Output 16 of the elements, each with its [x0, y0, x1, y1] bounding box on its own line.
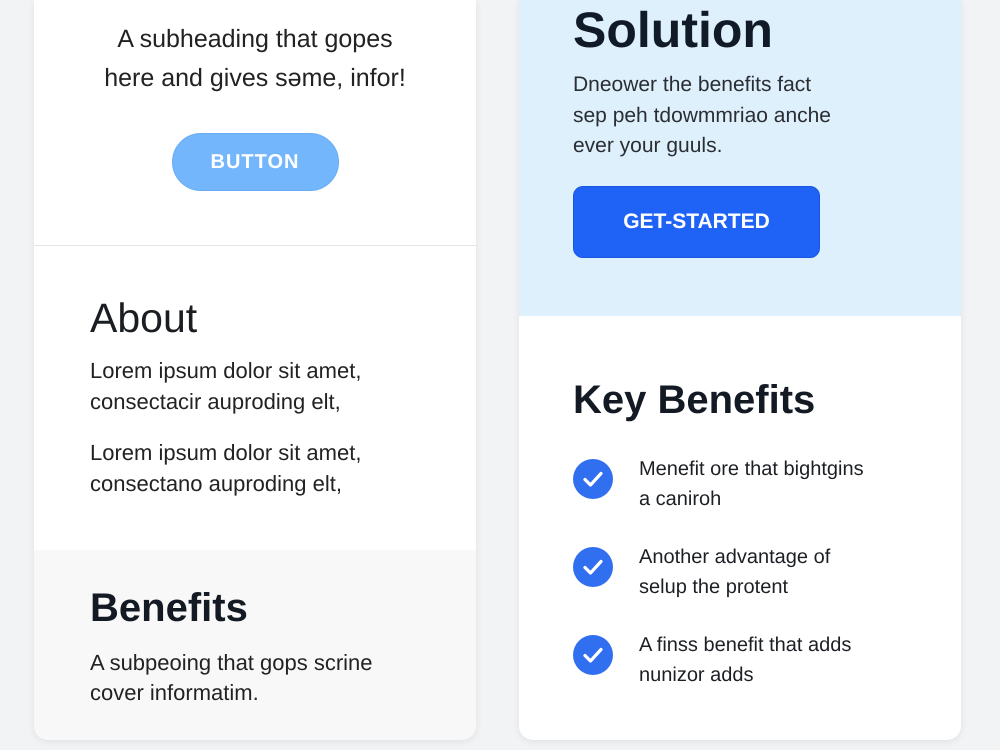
section-heading: About	[90, 295, 198, 341]
body-paragraph: Lorem ipsum dolor sit amet, consectacir auproding elt,	[90, 357, 362, 416]
hero-paragraph: Dneower the benefits fact sep peh tdowmmriao anche ever your guuls.	[573, 72, 832, 159]
body-paragraph: Lorem ipsum dolor sit amet, consectano auproding elt,	[90, 439, 362, 498]
body-paragraph: A subpeoing that gops scrine cover informatim.	[90, 649, 374, 707]
benefit-text: Menefit ore that bightgins a caniroh	[639, 457, 865, 512]
subheading-text: A subheading that gopes here and gives səme, infor!	[103, 24, 407, 94]
check-circle-icon	[573, 459, 613, 499]
benefit-text: A finss benefit that adds nunizor adds	[639, 633, 852, 688]
section-heading: Benefits	[90, 585, 249, 631]
hero-heading: Solution	[573, 4, 774, 56]
section-heading: Key Benefits	[573, 377, 816, 424]
check-circle-icon	[573, 635, 613, 675]
get-started-button[interactable]: GET-STARTED	[573, 186, 820, 258]
check-circle-icon	[573, 547, 613, 587]
benefit-text: Another advantage of selup the protent	[639, 545, 832, 600]
